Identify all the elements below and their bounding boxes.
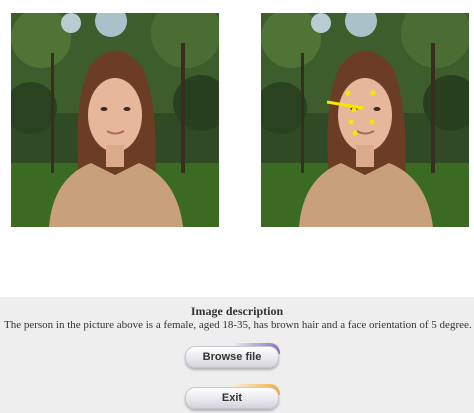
- landmark-dot: [369, 119, 375, 125]
- landmark-dot: [348, 119, 354, 125]
- browse-file-button[interactable]: Browse file: [185, 346, 279, 368]
- landmark-dot: [370, 90, 376, 96]
- annotated-portrait-image: [261, 13, 469, 227]
- exit-button[interactable]: Exit: [185, 387, 279, 409]
- annotated-photo: [261, 13, 469, 227]
- landmark-dot: [352, 130, 358, 136]
- description-title: Image description: [190, 304, 284, 318]
- original-photo: [11, 13, 219, 227]
- description-text: The person in the picture above is a fem…: [4, 319, 472, 331]
- landmark-dot: [351, 107, 357, 113]
- portrait-image: [11, 13, 219, 227]
- landmark-dot: [345, 90, 351, 96]
